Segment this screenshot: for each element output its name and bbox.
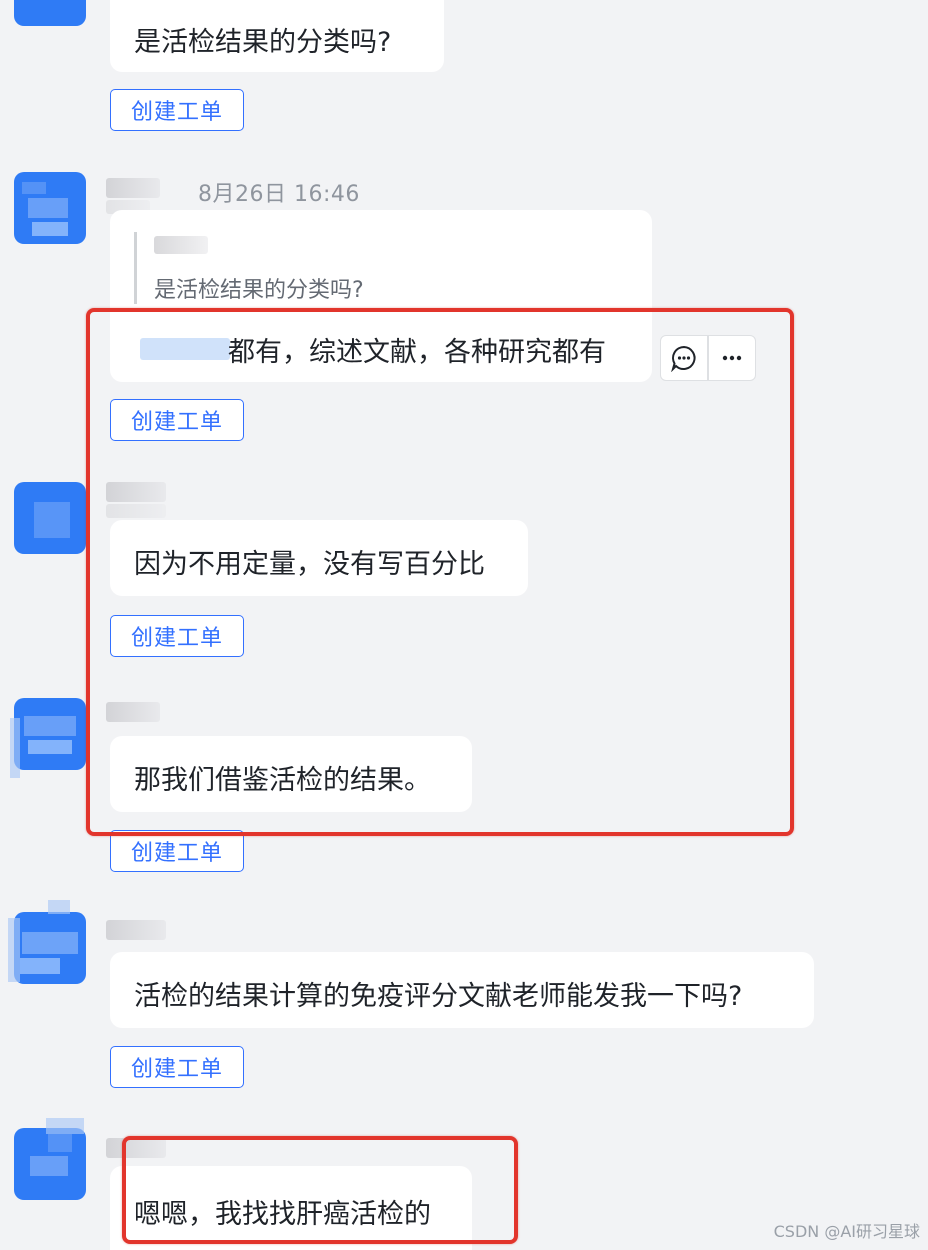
avatar-blur-edge <box>10 718 20 778</box>
avatar[interactable] <box>14 172 86 244</box>
message-text: 嗯嗯，我找找肝癌活检的 <box>134 1199 431 1230</box>
avatar[interactable] <box>14 698 86 770</box>
quoted-message-text[interactable]: 是活检结果的分类吗? <box>154 272 364 304</box>
mention-blur <box>140 338 230 360</box>
create-ticket-button[interactable]: 创建工单 <box>110 830 244 872</box>
message-bubble: 因为不用定量，没有写百分比 <box>110 520 528 596</box>
sender-name <box>106 178 160 198</box>
message-bubble: 嗯嗯，我找找肝癌活检的 <box>110 1166 472 1250</box>
create-ticket-button[interactable]: 创建工单 <box>110 89 244 131</box>
message-text: 那我们借鉴活检的结果。 <box>134 765 431 796</box>
avatar[interactable] <box>14 1128 86 1200</box>
create-ticket-button[interactable]: 创建工单 <box>110 615 244 657</box>
create-ticket-button[interactable]: 创建工单 <box>110 1046 244 1088</box>
avatar[interactable] <box>14 482 86 554</box>
avatar-blur-edge <box>8 918 20 982</box>
sender-name <box>106 702 160 722</box>
sender-name-tail <box>106 504 166 518</box>
avatar-blur-edge <box>48 900 70 914</box>
message-text: 是活检结果的分类吗? <box>134 27 392 58</box>
sender-name <box>106 1138 166 1158</box>
sender-name <box>106 920 166 940</box>
watermark: CSDN @AI研习星球 <box>773 1222 920 1241</box>
reply-comment-icon <box>671 345 696 372</box>
avatar[interactable] <box>14 0 86 26</box>
quote-bar <box>134 232 137 304</box>
message-bubble: 活检的结果计算的免疫评分文献老师能发我一下吗? <box>110 952 814 1028</box>
message-text: 都有，综述文献，各种研究都有 <box>228 337 606 368</box>
avatar[interactable] <box>14 912 86 984</box>
message-bubble: 是活检结果的分类吗? <box>110 0 444 72</box>
quoted-sender-name <box>154 236 208 254</box>
more-button[interactable] <box>709 336 755 380</box>
message-text: 因为不用定量，没有写百分比 <box>134 549 485 580</box>
create-ticket-button[interactable]: 创建工单 <box>110 399 244 441</box>
message-action-bar <box>660 335 756 381</box>
message-timestamp: 8月26日 16:46 <box>198 182 360 207</box>
more-icon <box>722 355 742 361</box>
message-bubble: 是活检结果的分类吗? 都有，综述文献，各种研究都有 <box>110 210 652 382</box>
avatar-blur-edge <box>46 1118 84 1134</box>
message-bubble: 那我们借鉴活检的结果。 <box>110 736 472 812</box>
sender-name <box>106 482 166 502</box>
reply-comment-button[interactable] <box>661 336 707 380</box>
message-text: 活检的结果计算的免疫评分文献老师能发我一下吗? <box>134 981 743 1012</box>
